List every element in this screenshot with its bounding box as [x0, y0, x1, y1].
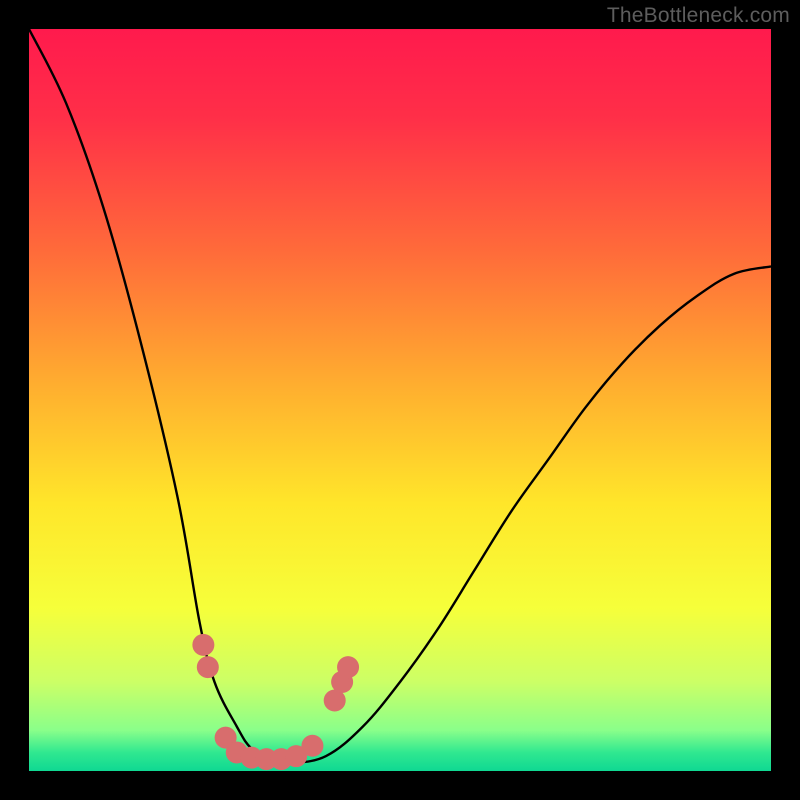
attribution-text: TheBottleneck.com — [607, 4, 790, 28]
chart-svg — [29, 29, 771, 771]
marker-group — [192, 634, 359, 770]
curve-marker — [301, 735, 323, 757]
curve-marker — [192, 634, 214, 656]
curve-line — [29, 29, 771, 765]
curve-marker — [197, 656, 219, 678]
chart-frame: TheBottleneck.com — [0, 0, 800, 800]
curve-marker — [337, 656, 359, 678]
plot-area — [29, 29, 771, 771]
